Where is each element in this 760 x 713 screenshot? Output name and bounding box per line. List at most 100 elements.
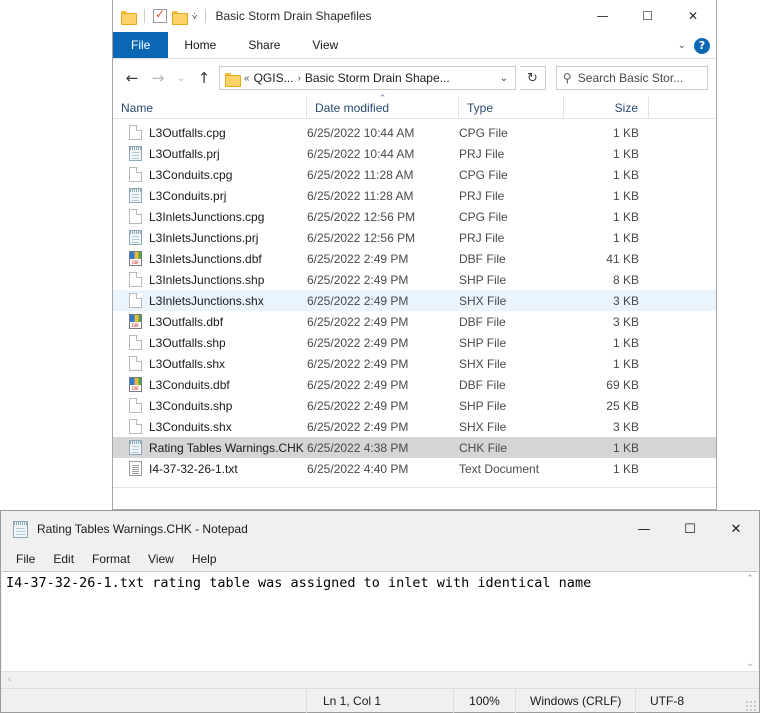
column-header-type[interactable]: Type: [459, 97, 564, 119]
table-row[interactable]: L3InletsJunctions.dbf6/25/2022 2:49 PMDB…: [113, 248, 716, 269]
table-row[interactable]: L3Conduits.prj6/25/2022 11:28 AMPRJ File…: [113, 185, 716, 206]
table-row[interactable]: L3Conduits.dbf6/25/2022 2:49 PMDBF File6…: [113, 374, 716, 395]
close-button[interactable]: ✕: [670, 0, 716, 32]
breadcrumb-item-1[interactable]: Basic Storm Drain Shape...: [305, 71, 450, 85]
explorer-status-bar: [113, 487, 716, 509]
screen: ⩒ Basic Storm Drain Shapefiles — ☐ ✕ Fil…: [0, 0, 760, 713]
notepad-text-content[interactable]: I4-37-32-26-1.txt rating table was assig…: [2, 572, 741, 671]
table-row[interactable]: L3Outfalls.dbf6/25/2022 2:49 PMDBF File3…: [113, 311, 716, 332]
notepad-file-icon: [129, 440, 142, 455]
notepad-vertical-scrollbar[interactable]: ⌃ ⌄: [741, 572, 758, 671]
column-header-name[interactable]: Name: [113, 97, 307, 119]
ribbon-tab-home[interactable]: Home: [168, 32, 232, 58]
notepad-editor-area: I4-37-32-26-1.txt rating table was assig…: [2, 571, 758, 671]
file-date-cell: 6/25/2022 11:28 AM: [307, 189, 459, 203]
address-bar[interactable]: « QGIS... › Basic Storm Drain Shape... ⌄: [219, 66, 516, 90]
table-row[interactable]: L3Conduits.shx6/25/2022 2:49 PMSHX File3…: [113, 416, 716, 437]
scroll-up-icon[interactable]: ⌃: [746, 574, 754, 584]
file-rows-container: L3Outfalls.cpg6/25/2022 10:44 AMCPG File…: [113, 119, 716, 487]
folder-icon[interactable]: [121, 10, 136, 23]
breadcrumb-separator-icon: ›: [298, 73, 301, 84]
file-list-view[interactable]: Name ⌃ Date modified Type Size L3Outfall…: [113, 97, 716, 487]
file-size-cell: 1 KB: [564, 168, 649, 182]
new-folder-icon[interactable]: [172, 10, 187, 23]
table-row[interactable]: I4-37-32-26-1.txt6/25/2022 4:40 PMText D…: [113, 458, 716, 479]
file-size-cell: 1 KB: [564, 441, 649, 455]
ribbon-tab-view[interactable]: View: [296, 32, 354, 58]
file-name-cell: L3InletsJunctions.shp: [113, 272, 307, 287]
ribbon-right-controls: ⌄ ?: [678, 32, 710, 59]
ribbon-tab-share[interactable]: Share: [232, 32, 296, 58]
notepad-title: Rating Tables Warnings.CHK - Notepad: [37, 522, 248, 536]
file-name-label: L3Conduits.dbf: [149, 378, 230, 392]
table-row[interactable]: L3Conduits.shp6/25/2022 2:49 PMSHP File2…: [113, 395, 716, 416]
table-row[interactable]: L3Outfalls.prj6/25/2022 10:44 AMPRJ File…: [113, 143, 716, 164]
file-name-label: L3Outfalls.shx: [149, 357, 225, 371]
table-row[interactable]: Rating Tables Warnings.CHK6/25/2022 4:38…: [113, 437, 716, 458]
file-type-cell: DBF File: [459, 252, 564, 266]
explorer-window-controls: — ☐ ✕: [580, 0, 716, 32]
maximize-button[interactable]: ☐: [625, 0, 670, 32]
file-date-cell: 6/25/2022 2:49 PM: [307, 294, 459, 308]
menu-format[interactable]: Format: [83, 550, 139, 568]
notepad-maximize-button[interactable]: ☐: [667, 511, 713, 547]
explorer-title-bar[interactable]: ⩒ Basic Storm Drain Shapefiles — ☐ ✕: [113, 0, 716, 32]
notepad-minimize-button[interactable]: —: [621, 511, 667, 547]
menu-view[interactable]: View: [139, 550, 183, 568]
refresh-button[interactable]: ↻: [520, 66, 546, 90]
notepad-close-button[interactable]: ✕: [713, 511, 759, 547]
blank-file-icon: [129, 209, 142, 224]
properties-icon[interactable]: [153, 9, 167, 23]
status-zoom-level[interactable]: 100%: [453, 689, 515, 713]
breadcrumb-overflow-icon[interactable]: «: [244, 73, 250, 84]
navigation-bar: ← → ⌄ ↑ « QGIS... › Basic Storm Drain Sh…: [113, 59, 716, 97]
table-row[interactable]: L3InletsJunctions.shp6/25/2022 2:49 PMSH…: [113, 269, 716, 290]
up-button[interactable]: ↑: [193, 66, 215, 90]
chevron-down-icon[interactable]: ⌄: [678, 40, 686, 51]
notepad-horizontal-scrollbar[interactable]: ‹: [1, 671, 759, 688]
file-name-cell: L3Conduits.shp: [113, 398, 307, 413]
address-folder-icon: [225, 72, 240, 85]
table-row[interactable]: L3InletsJunctions.prj6/25/2022 12:56 PMP…: [113, 227, 716, 248]
status-cursor-position: Ln 1, Col 1: [306, 689, 453, 713]
file-size-cell: 1 KB: [564, 210, 649, 224]
table-row[interactable]: L3Conduits.cpg6/25/2022 11:28 AMCPG File…: [113, 164, 716, 185]
file-date-cell: 6/25/2022 12:56 PM: [307, 231, 459, 245]
menu-file[interactable]: File: [7, 550, 44, 568]
table-row[interactable]: L3Outfalls.cpg6/25/2022 10:44 AMCPG File…: [113, 122, 716, 143]
table-row[interactable]: L3Outfalls.shx6/25/2022 2:49 PMSHX File1…: [113, 353, 716, 374]
table-row[interactable]: L3InletsJunctions.shx6/25/2022 2:49 PMSH…: [113, 290, 716, 311]
breadcrumb-item-0[interactable]: QGIS...: [254, 71, 294, 85]
dbf-file-icon: [129, 314, 142, 329]
table-row[interactable]: L3InletsJunctions.cpg6/25/2022 12:56 PMC…: [113, 206, 716, 227]
file-name-cell: L3Outfalls.cpg: [113, 125, 307, 140]
file-name-label: L3Outfalls.dbf: [149, 315, 223, 329]
file-name-label: L3Conduits.cpg: [149, 168, 232, 182]
address-dropdown-icon[interactable]: ⌄: [495, 73, 513, 84]
file-name-label: L3InletsJunctions.cpg: [149, 210, 264, 224]
file-size-cell: 41 KB: [564, 252, 649, 266]
file-name-label: L3InletsJunctions.dbf: [149, 252, 262, 266]
back-button[interactable]: ←: [121, 66, 143, 90]
minimize-button[interactable]: —: [580, 0, 625, 32]
scroll-down-icon[interactable]: ⌄: [746, 659, 754, 669]
notepad-title-bar[interactable]: Rating Tables Warnings.CHK - Notepad — ☐…: [1, 511, 759, 547]
column-header-size[interactable]: Size: [564, 97, 649, 119]
search-input[interactable]: ⚲ Search Basic Stor...: [556, 66, 708, 90]
file-name-label: L3Conduits.shp: [149, 399, 232, 413]
recent-locations-icon[interactable]: ⌄: [173, 66, 189, 90]
column-header-date-modified[interactable]: ⌃ Date modified: [307, 97, 459, 119]
help-icon[interactable]: ?: [694, 38, 710, 54]
customize-dropdown-icon[interactable]: ⩒: [192, 12, 197, 21]
notepad-file-icon: [129, 188, 142, 203]
resize-grip-icon[interactable]: [745, 700, 757, 712]
menu-help[interactable]: Help: [183, 550, 226, 568]
file-type-cell: CHK File: [459, 441, 564, 455]
file-date-cell: 6/25/2022 2:49 PM: [307, 315, 459, 329]
table-row[interactable]: L3Outfalls.shp6/25/2022 2:49 PMSHP File1…: [113, 332, 716, 353]
text-file-icon: [129, 461, 142, 476]
scroll-left-icon[interactable]: ‹: [1, 675, 18, 685]
ribbon-tab-file[interactable]: File: [113, 32, 168, 58]
notepad-file-icon: [129, 230, 142, 245]
menu-edit[interactable]: Edit: [44, 550, 83, 568]
